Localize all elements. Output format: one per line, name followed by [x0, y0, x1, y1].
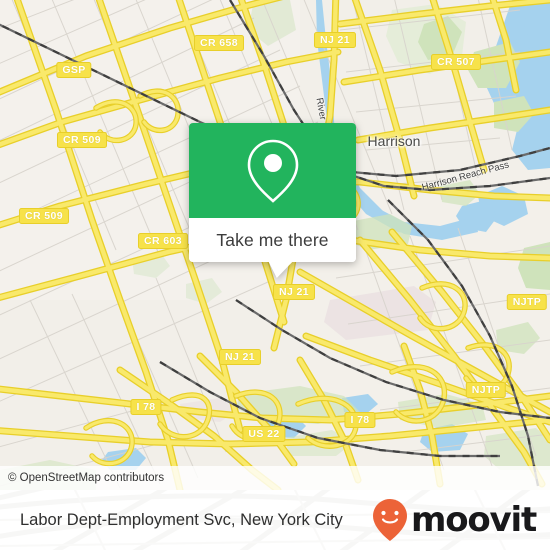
moovit-logo[interactable]: moovit [371, 498, 537, 542]
callout-footer[interactable]: Take me there [189, 218, 356, 262]
footer-bar: Labor Dept-Employment Svc, New York City… [0, 490, 550, 550]
page-title: Labor Dept-Employment Svc, New York City [20, 510, 343, 529]
road-shield: CR 509 [18, 208, 70, 224]
road-shield: NJ 21 [313, 32, 357, 48]
place-label: Harrison [367, 133, 421, 149]
road-shield: CR 603 [137, 233, 189, 249]
road-shield: NJTP [506, 294, 548, 310]
callout-header [189, 123, 356, 218]
road-shield: NJTP [465, 382, 507, 398]
map-pin-icon [247, 139, 298, 203]
moovit-wordmark: moovit [410, 500, 537, 540]
road-shield: CR 509 [56, 132, 108, 148]
map-screenshot-root: GSP CR 658 NJ 21 CR 507 CR 509 CR 509 CR 603 NJ… [0, 0, 550, 550]
road-shield: NJ 21 [272, 284, 316, 300]
road-shield: I 78 [344, 412, 376, 428]
take-me-there-label: Take me there [216, 229, 329, 250]
road-shield: I 78 [130, 399, 162, 415]
callout-body: Take me there [189, 123, 356, 262]
road-shield: NJ 21 [218, 349, 262, 365]
callout-tail [265, 261, 294, 278]
road-shield: GSP [56, 62, 92, 78]
map-attribution-bar: © OpenStreetMap contributors [0, 466, 550, 490]
openstreetmap-attribution[interactable]: © OpenStreetMap contributors [0, 472, 164, 484]
road-shield: CR 507 [430, 54, 482, 70]
road-shield: US 22 [242, 426, 286, 442]
location-callout[interactable]: Take me there [189, 123, 356, 278]
moovit-smiley-pin-icon [372, 499, 407, 541]
road-shield: CR 658 [193, 35, 245, 51]
map-canvas[interactable]: GSP CR 658 NJ 21 CR 507 CR 509 CR 509 CR 603 NJ… [0, 0, 550, 490]
